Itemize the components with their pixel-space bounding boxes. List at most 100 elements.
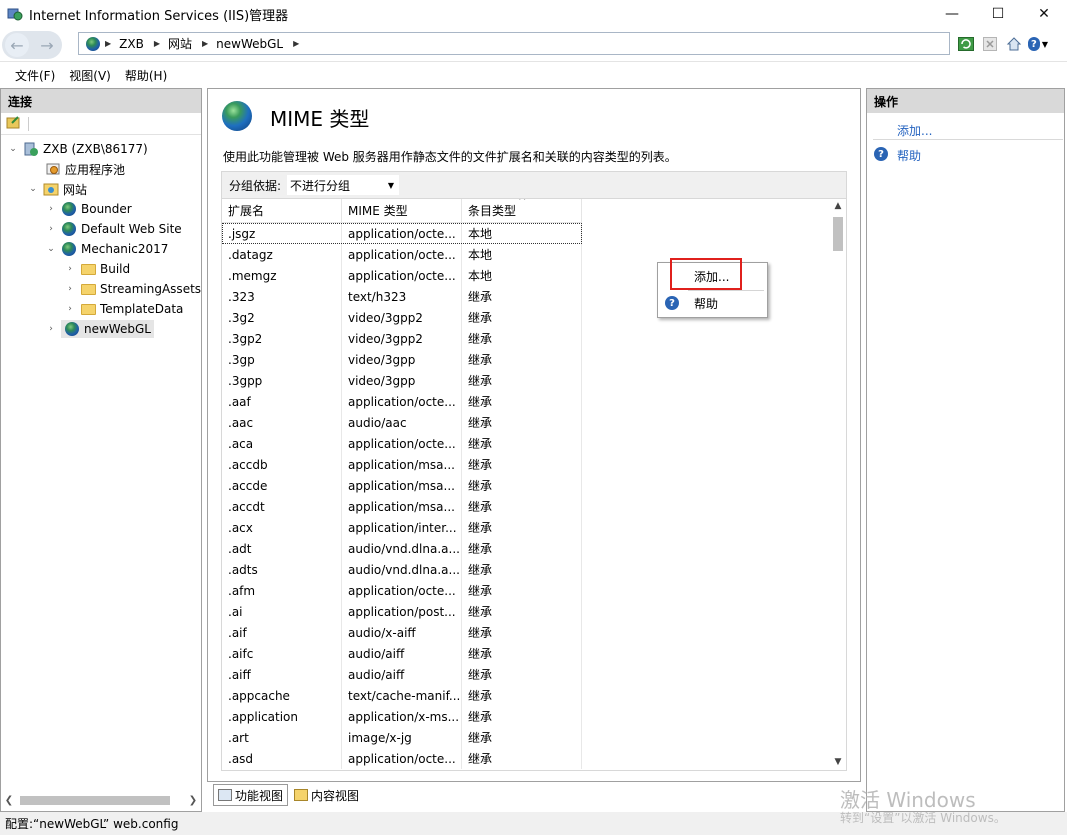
cell-extension: .appcache <box>222 685 342 706</box>
home-icon[interactable] <box>1004 34 1024 54</box>
table-row[interactable]: .jsgz application/octe... 本地 <box>222 223 582 244</box>
table-row[interactable]: .accdt application/msa... 继承 <box>222 496 834 517</box>
breadcrumb-item-sites[interactable]: 网站 <box>168 35 192 52</box>
maximize-button[interactable]: ☐ <box>975 0 1021 28</box>
actions-pane: 操作 添加... ? 帮助 <box>866 88 1065 812</box>
column-header-mime-type[interactable]: MIME 类型 <box>342 199 462 223</box>
breadcrumb-separator-icon[interactable]: ▶ <box>105 39 111 48</box>
chevron-down-icon[interactable]: ⌄ <box>45 244 57 254</box>
table-row[interactable]: .asd application/octe... 继承 <box>222 748 834 769</box>
table-row[interactable]: .3gp2 video/3gpp2 继承 <box>222 328 834 349</box>
refresh-icon[interactable] <box>956 34 976 54</box>
globe-icon <box>61 241 77 257</box>
scrollbar-thumb[interactable] <box>833 217 843 251</box>
cell-entry-type: 继承 <box>462 643 582 664</box>
column-header-entry-type[interactable]: ^ 条目类型 <box>462 199 582 223</box>
cell-extension: .aifc <box>222 643 342 664</box>
scroll-up-icon[interactable]: ▲ <box>830 201 846 211</box>
tree-node-folder-build[interactable]: › Build <box>64 259 130 279</box>
tree-node-site-bounder[interactable]: › Bounder <box>45 199 132 219</box>
breadcrumb-item-server[interactable]: ZXB <box>119 37 144 51</box>
table-row[interactable]: .accde application/msa... 继承 <box>222 475 834 496</box>
tree-node-folder-template[interactable]: › TemplateData <box>64 299 183 319</box>
table-row[interactable]: .adts audio/vnd.dlna.a... 继承 <box>222 559 834 580</box>
connect-icon[interactable] <box>6 115 22 132</box>
column-header-extension[interactable]: 扩展名 <box>222 199 342 223</box>
chevron-right-icon[interactable]: › <box>45 204 57 214</box>
scrollbar-thumb[interactable] <box>20 796 170 805</box>
chevron-down-icon[interactable]: ⌄ <box>27 184 39 194</box>
cell-mime-type: application/octe... <box>342 265 462 286</box>
tree-node-sites[interactable]: ⌄ 网站 <box>27 179 87 199</box>
menu-help[interactable]: 帮助(H) <box>118 67 174 84</box>
chevron-right-icon[interactable]: › <box>45 324 57 334</box>
table-row[interactable]: .aif audio/x-aiff 继承 <box>222 622 834 643</box>
table-row[interactable]: .aca application/octe... 继承 <box>222 433 834 454</box>
cell-extension: .adt <box>222 538 342 559</box>
tree-node-server[interactable]: ⌄ ZXB (ZXB\86177) <box>7 139 148 159</box>
connections-header: 连接 <box>1 89 201 113</box>
breadcrumb-separator-icon[interactable]: ▶ <box>154 39 160 48</box>
breadcrumb-separator-icon[interactable]: ▶ <box>293 39 299 48</box>
close-button[interactable]: ✕ <box>1021 0 1067 28</box>
table-row[interactable]: .application application/x-ms... 继承 <box>222 706 834 727</box>
tree-node-folder-streaming[interactable]: › StreamingAssets <box>64 279 201 299</box>
tree-node-site-newwebgl[interactable]: › newWebGL <box>45 319 154 339</box>
cell-mime-type: application/msa... <box>342 496 462 517</box>
scroll-left-icon[interactable]: ❮ <box>2 795 16 806</box>
breadcrumb-separator-icon[interactable]: ▶ <box>202 39 208 48</box>
chevron-right-icon[interactable]: › <box>64 304 76 314</box>
context-menu-help[interactable]: 帮助 <box>658 292 767 314</box>
column-header-label: MIME 类型 <box>348 204 408 218</box>
table-row[interactable]: .aiff audio/aiff 继承 <box>222 664 834 685</box>
back-button[interactable]: ← <box>5 33 29 57</box>
chevron-right-icon[interactable]: › <box>45 224 57 234</box>
table-row[interactable]: .acx application/inter... 继承 <box>222 517 834 538</box>
table-row[interactable]: .appcache text/cache-manif... 继承 <box>222 685 834 706</box>
table-vertical-scrollbar[interactable]: ▲ ▼ <box>830 199 846 769</box>
cell-extension: .acx <box>222 517 342 538</box>
help-dropdown-icon[interactable]: ? ▼ <box>1028 34 1048 54</box>
group-by-select[interactable]: 不进行分组 ▼ <box>287 175 400 195</box>
highlight-annotation <box>670 258 742 290</box>
forward-button[interactable]: → <box>35 33 59 57</box>
table-row[interactable]: .accdb application/msa... 继承 <box>222 454 834 475</box>
context-menu-divider <box>688 290 764 291</box>
tab-content-view[interactable]: 内容视图 <box>290 784 363 806</box>
breadcrumb-item-site[interactable]: newWebGL <box>216 37 283 51</box>
scroll-right-icon[interactable]: ❯ <box>186 795 200 806</box>
action-help-link[interactable]: 帮助 <box>897 147 921 164</box>
table-row[interactable]: .aac audio/aac 继承 <box>222 412 834 433</box>
breadcrumb[interactable]: ▶ ZXB ▶ 网站 ▶ newWebGL ▶ <box>78 32 950 55</box>
cell-extension: .datagz <box>222 244 342 265</box>
table-row[interactable]: .3gp video/3gpp 继承 <box>222 349 834 370</box>
table-row[interactable]: .adt audio/vnd.dlna.a... 继承 <box>222 538 834 559</box>
table-row[interactable]: .3gpp video/3gpp 继承 <box>222 370 834 391</box>
selected-node[interactable]: newWebGL <box>61 320 154 338</box>
table-row[interactable]: .aifc audio/aiff 继承 <box>222 643 834 664</box>
group-by-bar: 分组依据: 不进行分组 ▼ <box>221 171 847 199</box>
tab-feature-view[interactable]: 功能视图 <box>213 784 289 806</box>
menu-view[interactable]: 视图(V) <box>62 67 118 84</box>
minimize-button[interactable]: — <box>929 0 975 28</box>
tree-node-site-mechanic[interactable]: ⌄ Mechanic2017 <box>45 239 168 259</box>
tree-node-app-pools[interactable]: 应用程序池 <box>29 159 125 179</box>
cell-mime-type: text/cache-manif... <box>342 685 462 706</box>
table-row[interactable]: .aaf application/octe... 继承 <box>222 391 834 412</box>
chevron-right-icon[interactable]: › <box>64 284 76 294</box>
tree-node-site-default[interactable]: › Default Web Site <box>45 219 182 239</box>
cell-extension: .323 <box>222 286 342 307</box>
table-row[interactable]: .ai application/post... 继承 <box>222 601 834 622</box>
table-row[interactable]: .afm application/octe... 继承 <box>222 580 834 601</box>
chevron-down-icon[interactable]: ⌄ <box>7 144 19 154</box>
stop-icon[interactable] <box>980 34 1000 54</box>
scroll-down-icon[interactable]: ▼ <box>830 757 846 767</box>
cell-extension: .3gpp <box>222 370 342 391</box>
menu-file[interactable]: 文件(F) <box>8 67 62 84</box>
connections-horizontal-scrollbar[interactable]: ❮ ❯ <box>2 792 200 808</box>
cell-mime-type: audio/aiff <box>342 664 462 685</box>
chevron-right-icon[interactable]: › <box>64 264 76 274</box>
connections-toolbar <box>1 113 201 135</box>
action-add-link[interactable]: 添加... <box>897 122 932 139</box>
table-row[interactable]: .art image/x-jg 继承 <box>222 727 834 748</box>
